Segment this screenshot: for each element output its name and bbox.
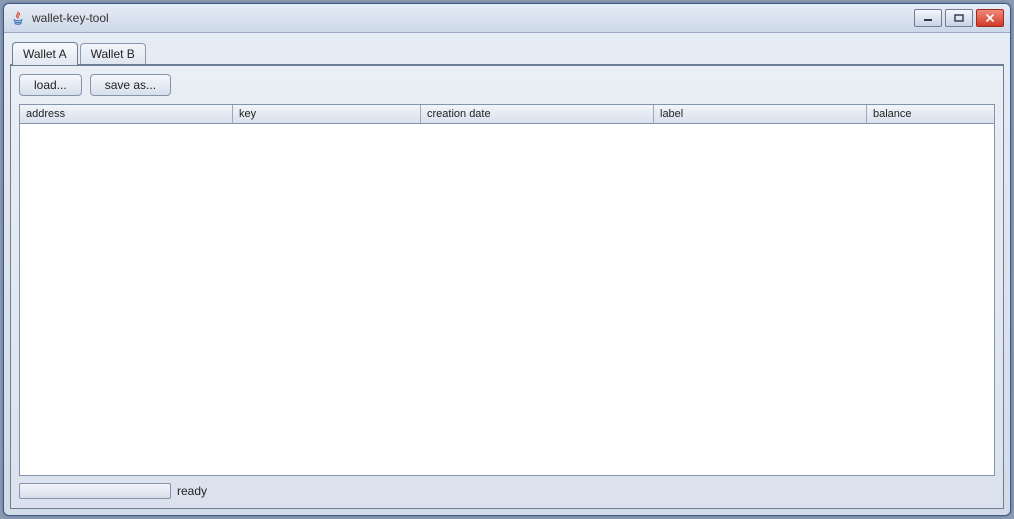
table-body	[20, 124, 994, 475]
column-header-label[interactable]: label	[654, 105, 867, 123]
titlebar[interactable]: wallet-key-tool	[4, 4, 1010, 33]
app-window: wallet-key-tool Wallet A Wallet B load..…	[3, 3, 1011, 516]
toolbar: load... save as...	[19, 74, 995, 96]
table-header-row: address key creation date label balance	[20, 105, 994, 124]
tab-wallet-a[interactable]: Wallet A	[12, 42, 78, 65]
column-header-balance[interactable]: balance	[867, 105, 994, 123]
java-icon	[10, 10, 26, 26]
tab-wallet-b[interactable]: Wallet B	[80, 43, 146, 64]
status-text: ready	[177, 484, 207, 498]
load-button[interactable]: load...	[19, 74, 82, 96]
progress-bar	[19, 483, 171, 499]
statusbar: ready	[19, 482, 995, 500]
column-header-key[interactable]: key	[233, 105, 421, 123]
minimize-button[interactable]	[914, 9, 942, 27]
keys-table[interactable]: address key creation date label balance	[19, 104, 995, 476]
save-as-button[interactable]: save as...	[90, 74, 171, 96]
tab-panel: load... save as... address key creation …	[10, 66, 1004, 509]
column-header-creation[interactable]: creation date	[421, 105, 654, 123]
window-title: wallet-key-tool	[32, 11, 109, 25]
maximize-button[interactable]	[945, 9, 973, 27]
tabs-strip: Wallet A Wallet B	[10, 37, 1004, 66]
column-header-address[interactable]: address	[20, 105, 233, 123]
close-button[interactable]	[976, 9, 1004, 27]
client-area: Wallet A Wallet B load... save as... add…	[10, 37, 1004, 509]
